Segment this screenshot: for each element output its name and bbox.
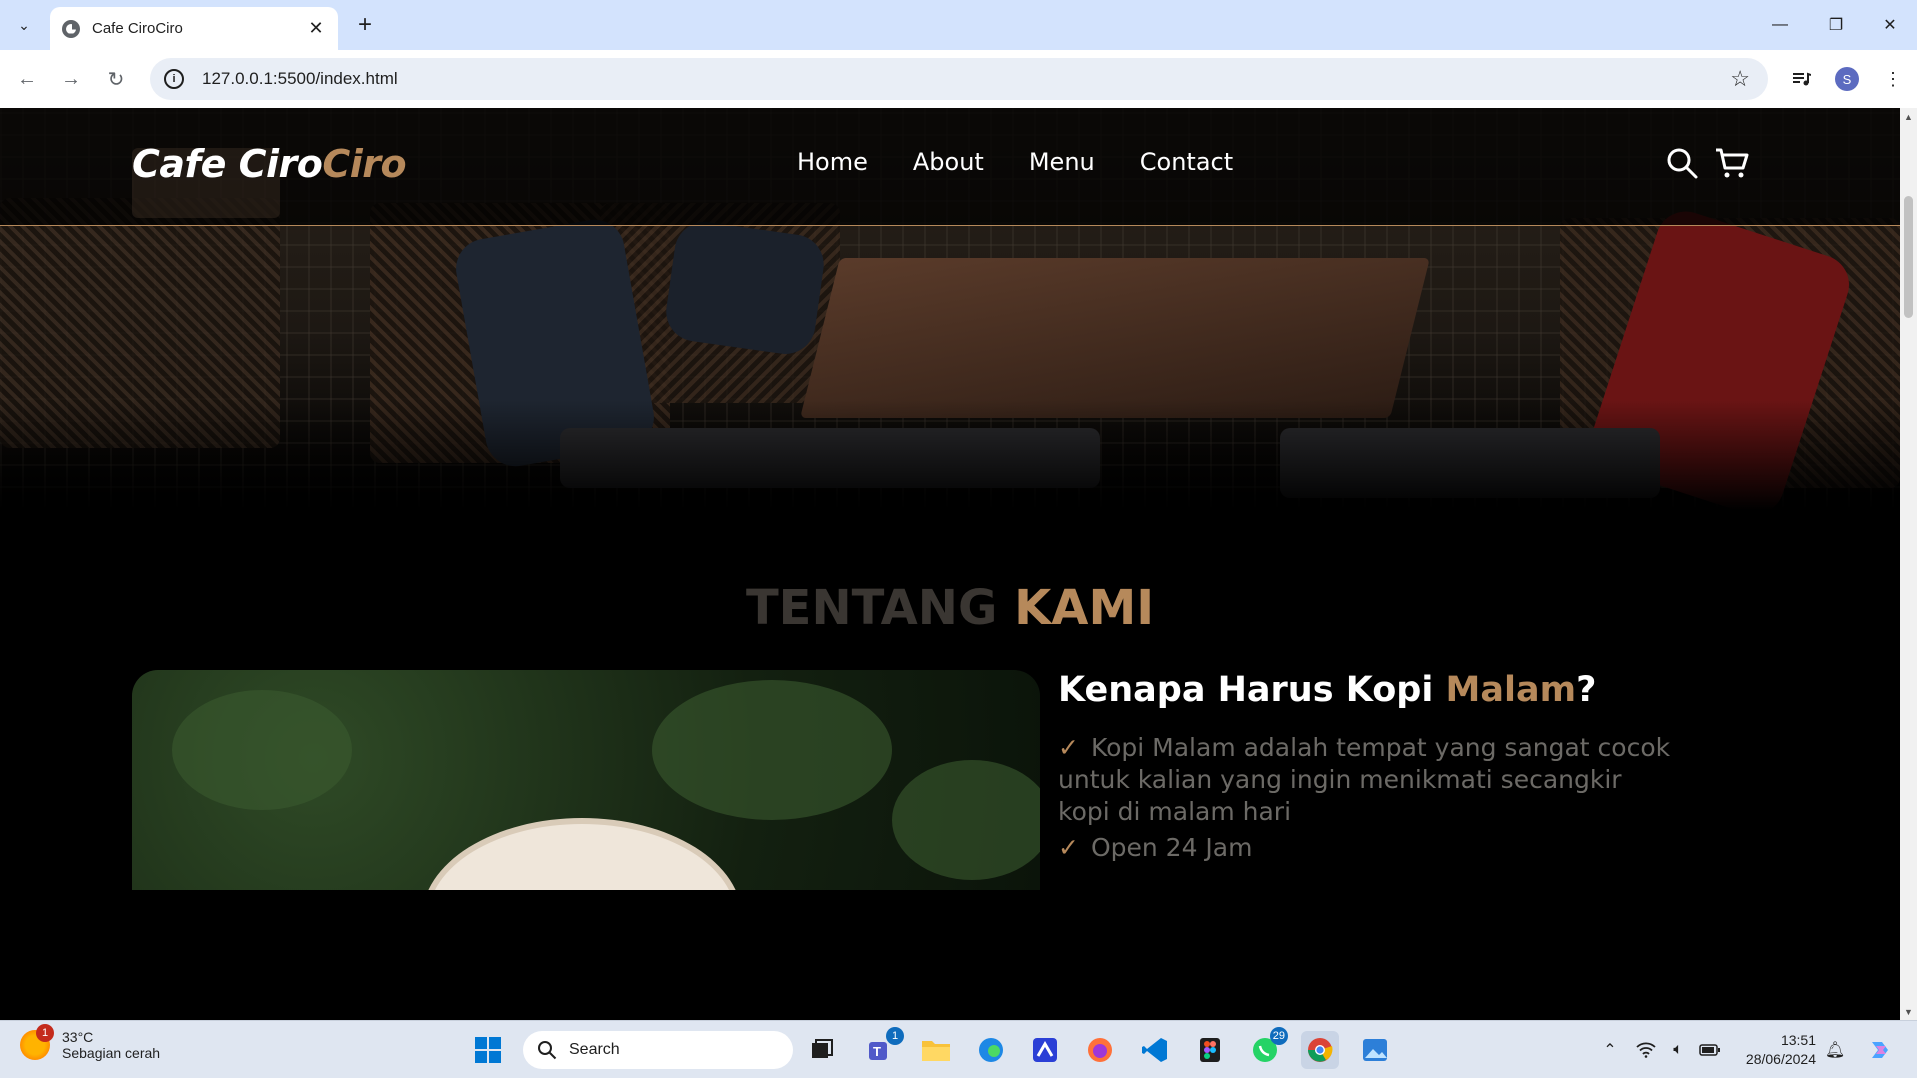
os-taskbar: 1 33°C Sebagian cerah Search T 1 29 ⌃ 🔈︎… [0,1020,1917,1078]
tab-title: Cafe CiroCiro [92,20,183,37]
taskbar-search[interactable]: Search [523,1031,793,1069]
browser-tab[interactable]: Cafe CiroCiro ✕ [50,7,338,50]
url-text[interactable]: 127.0.0.1:5500/index.html [202,69,398,89]
restore-button[interactable]: ❐ [1808,0,1864,50]
nav-about-link[interactable]: About [913,148,984,176]
about-image [132,670,1040,890]
new-tab-button[interactable]: + [350,10,380,40]
point-text: Kopi Malam adalah tempat yang sangat coc… [1058,733,1671,826]
back-arrow-icon[interactable]: ← [12,64,42,94]
teams-badge: 1 [886,1027,904,1045]
browser-toolbar: ← → ↻ i 127.0.0.1:5500/index.html ☆ S ⋮ [0,50,1917,108]
title-muted: TENTANG [745,580,1015,636]
nav-home-link[interactable]: Home [797,148,868,176]
clock-date: 28/06/2024 [1745,1051,1816,1067]
profile-initial: S [1835,67,1859,91]
edge-icon[interactable] [972,1031,1010,1069]
reload-icon[interactable]: ↻ [101,64,131,94]
media-control-icon[interactable] [1786,64,1816,94]
copilot-icon[interactable] [1862,1021,1898,1078]
clock-time: 13:51 [1780,1032,1816,1048]
list-item: ✓ Open 24 Jam [1058,832,1678,864]
site-navbar: Cafe CiroCiro Home About Menu Contact [0,108,1900,226]
tab-close-icon[interactable]: ✕ [306,18,326,39]
weather-badge: 1 [36,1024,54,1042]
profile-avatar[interactable]: S [1832,64,1862,94]
search-icon [538,1041,557,1060]
wifi-icon[interactable] [1632,1021,1660,1078]
section-title: TENTANG KAMI [0,580,1900,636]
figma-icon[interactable] [1191,1031,1229,1069]
check-icon: ✓ [1058,733,1079,762]
scroll-up-icon[interactable]: ▲ [1900,108,1917,125]
chrome-icon[interactable] [1301,1031,1339,1069]
page-scrollbar[interactable]: ▲ ▼ [1900,108,1917,1020]
address-bar[interactable]: i 127.0.0.1:5500/index.html ☆ [150,58,1768,100]
tab-search-chevron-icon[interactable]: ⌄ [10,11,38,39]
temperature: 33°C [62,1029,94,1045]
bookmark-star-icon[interactable]: ☆ [1730,66,1750,92]
photos-icon[interactable] [1356,1031,1394,1069]
forward-arrow-icon[interactable]: → [56,64,86,94]
page-viewport: Cafe CiroCiro Home About Menu Contact TE… [0,108,1900,1020]
vscode-insiders-icon[interactable] [1026,1031,1064,1069]
battery-icon[interactable] [1696,1021,1724,1078]
minimize-button[interactable]: — [1752,0,1808,50]
site-logo[interactable]: Cafe CiroCiro [132,142,407,186]
weather-sun-icon: 1 [20,1024,54,1060]
window-close-button[interactable]: ✕ [1862,0,1917,50]
svg-text:T: T [873,1044,881,1059]
system-clock[interactable]: 13:51 28/06/2024 [1730,1031,1816,1069]
whatsapp-badge: 29 [1269,1027,1288,1045]
heading-end: ? [1576,670,1597,710]
title-gold: KAMI [1014,580,1155,636]
cart-icon[interactable] [1714,146,1749,180]
main-nav: Home About Menu Contact [797,148,1278,176]
search-label: Search [569,1041,620,1058]
teams-icon[interactable]: T 1 [862,1027,904,1069]
firefox-icon[interactable] [1081,1031,1119,1069]
windows-start-icon[interactable] [469,1031,507,1069]
nav-contact-link[interactable]: Contact [1140,148,1233,176]
search-icon[interactable] [1665,146,1699,180]
weather-widget[interactable]: 1 33°C Sebagian cerah [20,1024,161,1061]
favicon-icon [62,19,80,38]
notification-bell-icon[interactable]: 🔔︎ [1820,1021,1850,1078]
scroll-down-icon[interactable]: ▼ [1900,1003,1917,1020]
weather-description: Sebagian cerah [62,1045,161,1061]
volume-icon[interactable]: 🔈︎ [1664,1021,1692,1078]
vscode-icon[interactable] [1136,1031,1174,1069]
whatsapp-icon[interactable]: 29 [1246,1027,1288,1069]
scroll-thumb[interactable] [1904,196,1913,318]
nav-menu-link[interactable]: Menu [1029,148,1095,176]
heading-main: Kenapa Harus Kopi [1058,670,1446,710]
point-text: Open 24 Jam [1090,833,1253,862]
brand-accent: Ciro [322,142,407,186]
check-icon: ✓ [1058,833,1079,862]
about-content: Kenapa Harus Kopi Malam? ✓ Kopi Malam ada… [1058,670,1678,868]
brand-main: Cafe Ciro [132,142,323,186]
list-item: ✓ Kopi Malam adalah tempat yang sangat co… [1058,732,1678,828]
heading-gold: Malam [1445,670,1577,710]
file-explorer-icon[interactable] [917,1031,955,1069]
task-view-icon[interactable] [803,1031,841,1069]
about-points: ✓ Kopi Malam adalah tempat yang sangat co… [1058,732,1678,864]
site-info-icon[interactable]: i [164,69,184,89]
tab-strip: ⌄ Cafe CiroCiro ✕ + — ❐ ✕ [0,0,1917,50]
tray-overflow-icon[interactable]: ⌃ [1596,1021,1624,1078]
browser-menu-icon[interactable]: ⋮ [1878,64,1908,94]
about-heading: Kenapa Harus Kopi Malam? [1058,670,1678,710]
